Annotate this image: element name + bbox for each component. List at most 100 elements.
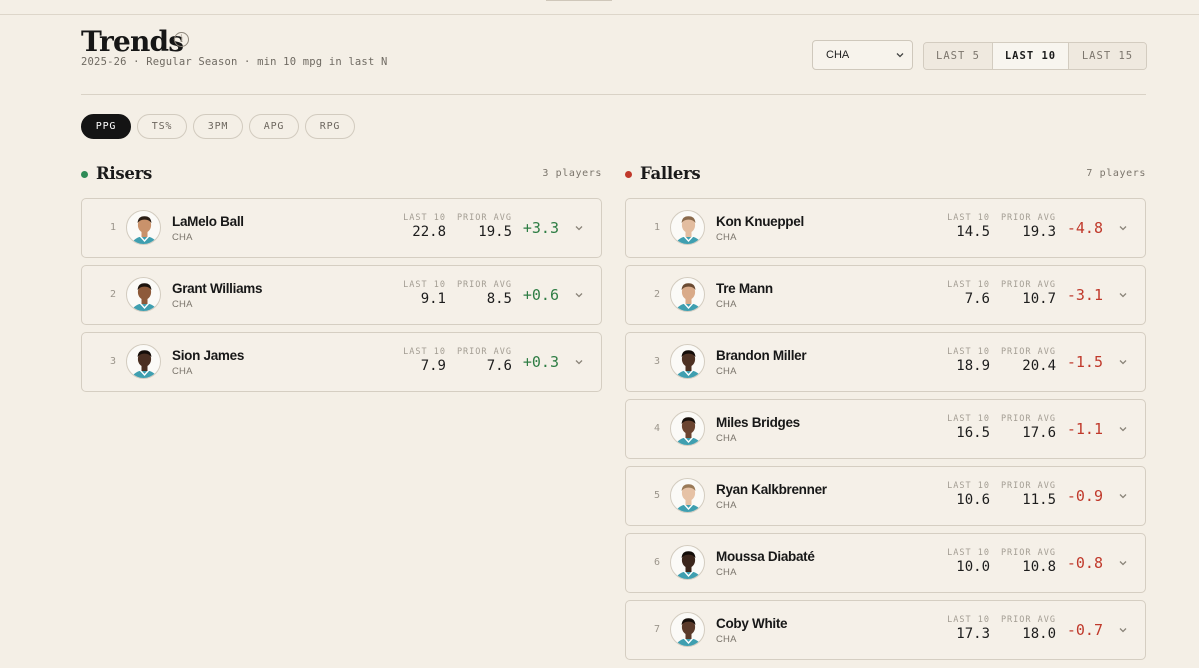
fallers-column: Fallers 7 players 1 Kon Knueppel CHA LAST 1…: [625, 164, 1146, 660]
chevron-down-icon[interactable]: [1118, 424, 1128, 434]
prior-stat: PRIOR AVG 18.0: [1001, 615, 1056, 642]
prior-value: 7.6: [486, 358, 512, 374]
stat-tabs: PPG TS% 3PM APG RPG: [81, 114, 361, 139]
player-name[interactable]: Grant Williams: [172, 281, 263, 296]
player-row[interactable]: 1 Kon Knueppel CHA LAST 10 14.5 PRIOR AVG 19.3…: [625, 198, 1146, 258]
player-row[interactable]: 6 Moussa Diabaté CHA LAST 10 10.0 PRIOR AVG 10…: [625, 533, 1146, 593]
chevron-down-icon[interactable]: [1118, 357, 1128, 367]
delta-value: -0.9: [1066, 487, 1103, 505]
player-headshot-icon: [126, 277, 161, 312]
last-stat: LAST 10 9.1: [403, 280, 446, 307]
risers-title: Risers: [96, 164, 152, 183]
last-stat: LAST 10 7.9: [403, 347, 446, 374]
player-headshot-icon: [670, 277, 705, 312]
player-headshot-icon: [126, 210, 161, 245]
chevron-down-icon[interactable]: [1118, 223, 1128, 233]
player-name[interactable]: Coby White: [716, 616, 788, 631]
prior-stat: PRIOR AVG 17.6: [1001, 414, 1056, 441]
tab-ppg[interactable]: PPG: [81, 114, 131, 139]
prior-label: PRIOR AVG: [1000, 280, 1056, 290]
player-name[interactable]: Sion James: [172, 348, 244, 363]
prior-stat: PRIOR AVG 10.7: [1001, 280, 1056, 307]
delta-value: +3.3: [522, 219, 559, 237]
player-team: CHA: [716, 567, 737, 578]
prior-stat: PRIOR AVG 19.5: [457, 213, 512, 240]
prior-value: 8.5: [486, 291, 512, 307]
player-name[interactable]: Tre Mann: [716, 281, 773, 296]
player-team: CHA: [172, 232, 193, 243]
tab-3pm[interactable]: 3PM: [193, 114, 243, 139]
last-label: LAST 10: [403, 213, 446, 223]
chevron-down-icon[interactable]: [574, 357, 584, 367]
last-value: 22.8: [412, 224, 446, 240]
top-border: [0, 14, 1199, 15]
chevron-down-icon[interactable]: [574, 290, 584, 300]
range-last-5[interactable]: LAST 5: [924, 43, 993, 69]
player-name[interactable]: Brandon Miller: [716, 348, 807, 363]
player-row[interactable]: 2 Tre Mann CHA LAST 10 7.6 PRIOR AVG 10.7 -3.1: [625, 265, 1146, 325]
player-team: CHA: [716, 634, 737, 645]
player-headshot-icon: [670, 411, 705, 446]
delta-value: -0.7: [1066, 621, 1103, 639]
tab-ts[interactable]: TS%: [137, 114, 187, 139]
tab-rpg[interactable]: RPG: [305, 114, 355, 139]
tab-apg[interactable]: APG: [249, 114, 299, 139]
prior-value: 17.6: [1022, 425, 1056, 441]
player-team: CHA: [716, 366, 737, 377]
player-name[interactable]: LaMelo Ball: [172, 214, 244, 229]
last-value: 14.5: [956, 224, 990, 240]
player-name[interactable]: Ryan Kalkbrenner: [716, 482, 827, 497]
prior-stat: PRIOR AVG 19.3: [1001, 213, 1056, 240]
last-label: LAST 10: [947, 481, 990, 491]
last-label: LAST 10: [947, 615, 990, 625]
player-name[interactable]: Miles Bridges: [716, 415, 800, 430]
delta-value: +0.6: [522, 286, 559, 304]
team-select[interactable]: CHA: [812, 40, 913, 70]
info-icon[interactable]: i: [174, 32, 189, 47]
player-row[interactable]: 5 Ryan Kalkbrenner CHA LAST 10 10.6 PRIOR AVG…: [625, 466, 1146, 526]
prior-label: PRIOR AVG: [1000, 481, 1056, 491]
top-nav-indicator: [546, 0, 612, 1]
last-stat: LAST 10 7.6: [947, 280, 990, 307]
range-last-10[interactable]: LAST 10: [993, 43, 1069, 69]
last-stat: LAST 10 18.9: [947, 347, 990, 374]
player-row[interactable]: 4 Miles Bridges CHA LAST 10 16.5 PRIOR AVG 17.…: [625, 399, 1146, 459]
chevron-down-icon[interactable]: [1118, 625, 1128, 635]
player-rank: 3: [653, 356, 661, 367]
range-last-15[interactable]: LAST 15: [1069, 43, 1146, 69]
chevron-down-icon[interactable]: [1118, 558, 1128, 568]
last-label: LAST 10: [947, 347, 990, 357]
prior-label: PRIOR AVG: [1000, 615, 1056, 625]
player-row[interactable]: 1 LaMelo Ball CHA LAST 10 22.8 PRIOR AVG 19.5 +…: [81, 198, 602, 258]
prior-label: PRIOR AVG: [1000, 414, 1056, 424]
prior-value: 19.3: [1022, 224, 1056, 240]
last-label: LAST 10: [403, 280, 446, 290]
header-divider: [81, 94, 1146, 95]
player-rank: 1: [653, 222, 661, 233]
player-team: CHA: [716, 299, 737, 310]
chevron-down-icon[interactable]: [574, 223, 584, 233]
risers-header: Risers 3 players: [81, 164, 602, 184]
last-value: 10.0: [956, 559, 990, 575]
player-name[interactable]: Moussa Diabaté: [716, 549, 815, 564]
player-headshot-icon: [670, 545, 705, 580]
player-headshot-icon: [670, 344, 705, 379]
fallers-dot: [625, 171, 632, 178]
risers-count: 3 players: [542, 168, 602, 179]
player-name[interactable]: Kon Knueppel: [716, 214, 804, 229]
player-row[interactable]: 3 Sion James CHA LAST 10 7.9 PRIOR AVG 7.6 +0.3: [81, 332, 602, 392]
prior-label: PRIOR AVG: [1000, 213, 1056, 223]
last-stat: LAST 10 16.5: [947, 414, 990, 441]
player-rank: 6: [653, 557, 661, 568]
prior-stat: PRIOR AVG 20.4: [1001, 347, 1056, 374]
player-team: CHA: [716, 232, 737, 243]
chevron-down-icon: [896, 53, 904, 58]
player-row[interactable]: 7 Coby White CHA LAST 10 17.3 PRIOR AVG 18.0 -0…: [625, 600, 1146, 660]
prior-stat: PRIOR AVG 8.5: [457, 280, 512, 307]
prior-value: 10.7: [1022, 291, 1056, 307]
chevron-down-icon[interactable]: [1118, 491, 1128, 501]
player-row[interactable]: 3 Brandon Miller CHA LAST 10 18.9 PRIOR AVG 20…: [625, 332, 1146, 392]
player-team: CHA: [716, 433, 737, 444]
chevron-down-icon[interactable]: [1118, 290, 1128, 300]
player-row[interactable]: 2 Grant Williams CHA LAST 10 9.1 PRIOR AVG 8.5…: [81, 265, 602, 325]
